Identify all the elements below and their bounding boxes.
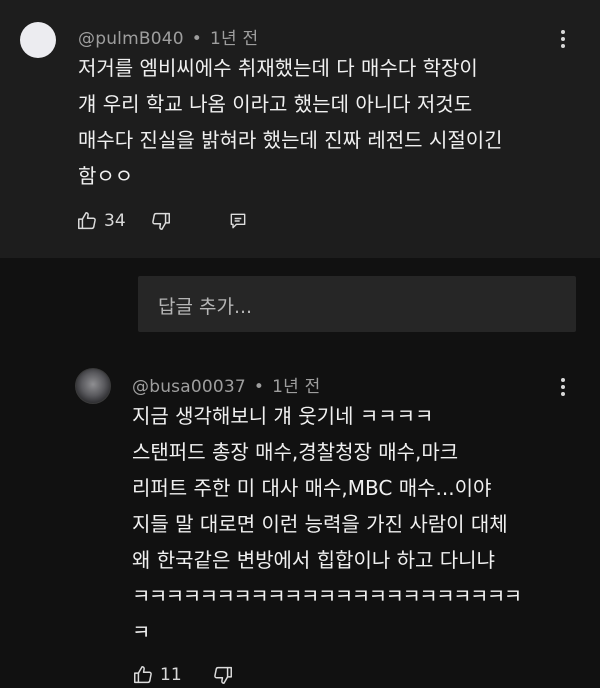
comment-time: 1년 전 [210, 29, 259, 49]
dislike-button[interactable] [212, 664, 234, 686]
avatar[interactable] [20, 22, 56, 58]
reply-icon [230, 213, 246, 229]
like-button[interactable]: 11 [132, 664, 182, 686]
reply-text: 지금 생각해보니 걔 웃기네 ㅋㅋㅋㅋ 스탠퍼드 총장 매수,경찰청장 매수,마… [132, 398, 522, 650]
more-vert-icon[interactable] [553, 376, 573, 398]
thumbs-up-icon [78, 212, 96, 230]
comment-author[interactable]: @pulmB040 [78, 29, 184, 49]
more-vert-icon[interactable] [553, 28, 573, 50]
comment-meta: @pulmB040 • 1년 전 [78, 24, 258, 49]
comment-line: 저거를 엠비씨에수 취재했는데 다 매수다 학장이 [78, 56, 478, 80]
reply-line: ㅋㅋㅋㅋㅋㅋㅋㅋㅋㅋㅋㅋㅋㅋㅋㅋㅋㅋㅋㅋㅋㅋㅋ [132, 584, 522, 608]
thumbs-down-icon [213, 666, 232, 684]
reply-line: 스탠퍼드 총장 매수,경찰청장 매수,마크 [132, 440, 459, 464]
comment-line: 매수다 진실을 밝혀라 했는데 진짜 레전드 시절이긴 [78, 128, 503, 152]
comment-actions: 34 [76, 210, 248, 232]
comment-line: 함ㅇㅇ [78, 164, 134, 188]
like-count: 11 [160, 665, 182, 685]
thumbs-down-icon [151, 212, 170, 230]
meta-separator: • [253, 377, 265, 397]
reply-line: ㅋ [132, 620, 151, 644]
reply-input-placeholder: 답글 추가... [158, 296, 253, 318]
reply-line: 지들 말 대로면 이런 능력을 가진 사람이 대체 [132, 512, 508, 536]
like-count: 34 [104, 211, 126, 231]
dislike-button[interactable] [150, 210, 172, 232]
comment-line: 걔 우리 학교 나옴 이라고 했는데 아니다 저것도 [78, 92, 473, 116]
meta-separator: • [191, 29, 202, 49]
reply-line: 왜 한국같은 변방에서 힙합이나 하고 다니냐 [132, 548, 495, 572]
reply-time: 1년 전 [272, 377, 321, 397]
reply-meta: @busa00037 • 1년 전 [132, 372, 320, 397]
reply-button[interactable] [228, 211, 248, 231]
reply-line: 리퍼트 주한 미 대사 매수,MBC 매수...이야 [132, 476, 492, 500]
comment-text: 저거를 엠비씨에수 취재했는데 다 매수다 학장이 걔 우리 학교 나옴 이라고… [78, 50, 503, 194]
reply-line: 지금 생각해보니 걔 웃기네 ㅋㅋㅋㅋ [132, 404, 434, 428]
thumbs-up-icon [134, 666, 152, 684]
like-button[interactable]: 34 [76, 210, 126, 232]
reply-author[interactable]: @busa00037 [132, 377, 246, 397]
reply-actions: 11 [132, 664, 234, 686]
avatar[interactable] [75, 368, 111, 404]
reply-input[interactable]: 답글 추가... [138, 276, 576, 332]
